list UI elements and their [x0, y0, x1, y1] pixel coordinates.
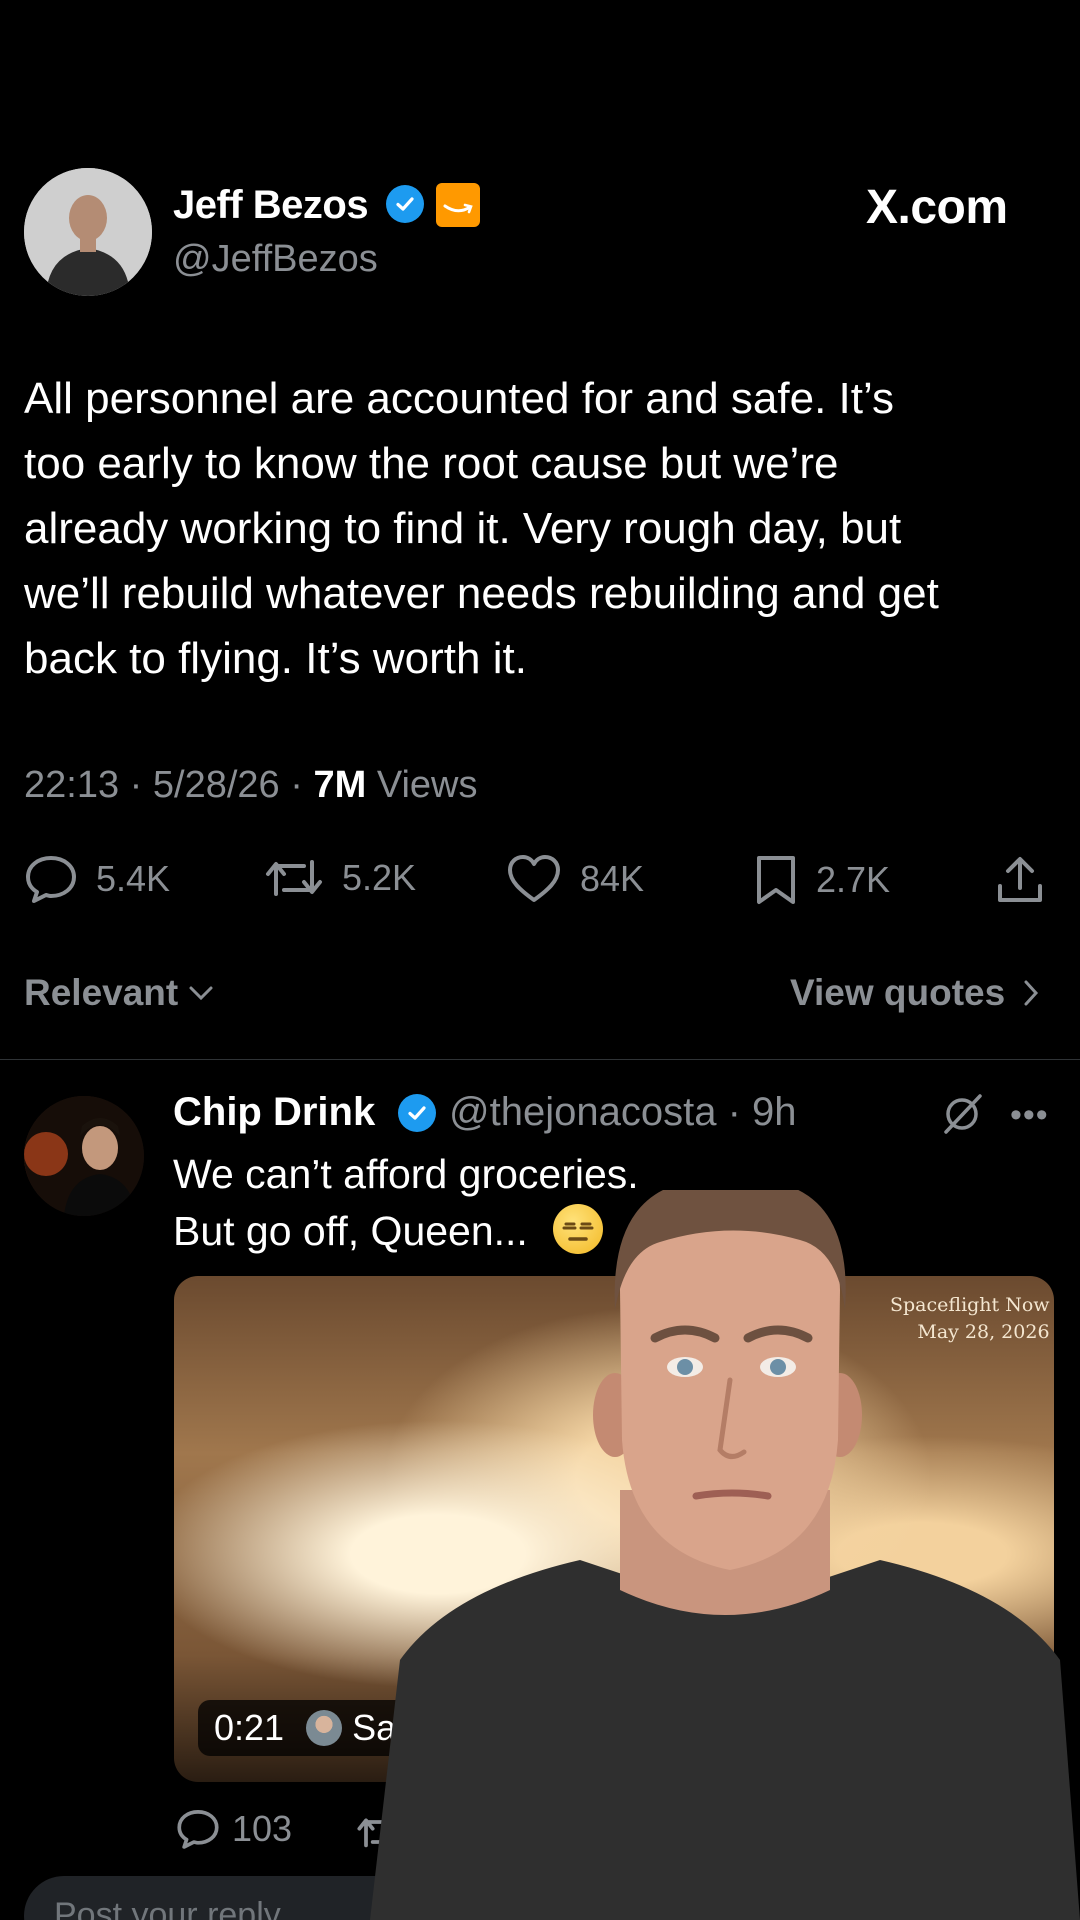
uploader-avatar: [306, 1710, 343, 1746]
reply-icon: [177, 1810, 219, 1849]
reply-handle-text: @thejonacosta: [449, 1090, 717, 1134]
view-quotes-link[interactable]: View quotes: [790, 972, 1039, 1014]
reply-author-avatar[interactable]: [24, 1096, 144, 1216]
post-time: 22:13: [24, 764, 120, 806]
post-meta: 22:13 · 5/28/26 · 7M Views: [24, 764, 478, 807]
bookmark-button[interactable]: 2.7K: [754, 854, 890, 906]
more-options-icon[interactable]: •••: [1010, 1096, 1049, 1135]
like-count: 84K: [580, 858, 645, 899]
post-date: 5/28/26: [152, 764, 280, 806]
reply-reply-count: 103: [232, 1808, 293, 1849]
grok-icon[interactable]: [940, 1092, 984, 1141]
chevron-right-icon: [1024, 980, 1039, 1006]
verified-badge-icon: [398, 1094, 436, 1132]
site-watermark: X.com: [866, 181, 1008, 234]
reply-reply-button[interactable]: 103: [176, 1808, 292, 1850]
video-duration: 0:21: [214, 1707, 285, 1748]
reply-author-name[interactable]: Chip Drink: [173, 1090, 375, 1135]
share-icon: [998, 857, 1042, 902]
reply-button[interactable]: 5.4K: [24, 854, 170, 904]
repost-count: 5.2K: [342, 857, 417, 898]
sort-dropdown[interactable]: Relevant: [24, 972, 214, 1014]
reply-count: 5.4K: [96, 858, 171, 899]
views-count: 7M: [313, 764, 367, 806]
reply-icon: [26, 856, 76, 903]
share-button[interactable]: [994, 854, 1046, 906]
bookmark-icon: [757, 856, 795, 904]
author-name[interactable]: Jeff Bezos: [173, 183, 369, 228]
divider: [0, 1059, 1080, 1060]
like-button[interactable]: 84K: [506, 854, 644, 904]
reply-author-handle[interactable]: @thejonacosta · 9h: [449, 1090, 797, 1135]
heart-icon: [508, 855, 560, 902]
post-text: All personnel are accounted for and safe…: [24, 374, 939, 683]
verified-badge-icon: [386, 185, 424, 223]
author-avatar[interactable]: [24, 168, 152, 296]
reply-age: 9h: [752, 1090, 797, 1134]
sort-label: Relevant: [24, 972, 179, 1013]
meta-separator: ·: [290, 764, 314, 806]
repost-icon: [266, 860, 322, 896]
author-handle[interactable]: @JeffBezos: [173, 238, 378, 281]
presenter-overlay-image: [370, 1179, 1080, 1920]
bookmark-count: 2.7K: [816, 859, 891, 900]
view-quotes-label: View quotes: [790, 972, 1006, 1013]
chevron-down-icon: [189, 986, 213, 1001]
views-label: Views: [376, 764, 478, 806]
meta-separator: ·: [129, 764, 153, 806]
repost-button[interactable]: 5.2K: [264, 854, 416, 902]
amazon-icon[interactable]: [436, 183, 480, 227]
meta-separator: ·: [727, 1090, 741, 1134]
